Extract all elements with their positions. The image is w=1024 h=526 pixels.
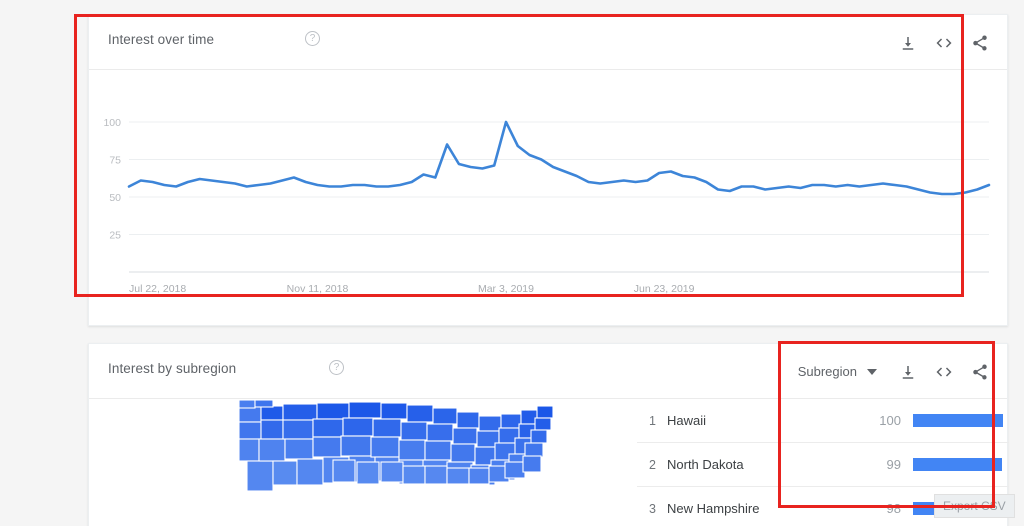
line-chart: 100 75 50 25 Jul 22, 2018 Nov 11, 2018 Mar 3,… [89,70,1009,326]
row-rank: 1 [649,413,656,428]
map-state[interactable] [406,404,434,423]
table-row[interactable]: 1 Hawaii 100 [637,399,1009,443]
row-value: 99 [886,457,901,472]
map-state[interactable] [452,427,478,445]
download-icon[interactable] [899,34,917,52]
map-state[interactable] [284,438,314,460]
subregion-dropdown-label: Subregion [797,364,857,379]
interest-over-time-card: Interest over time ? 100 75 50 25 Jul 22… [88,14,1008,326]
map-state[interactable] [342,417,374,437]
svg-text:Nov 11, 2018: Nov 11, 2018 [287,283,349,295]
map-state[interactable] [370,436,400,458]
svg-text:Jul 22, 2018: Jul 22, 2018 [129,283,186,295]
row-value: 100 [879,413,901,428]
trend-line [127,120,991,196]
map-state[interactable] [524,442,544,458]
us-map-svg [238,400,554,492]
map-state[interactable] [424,440,452,461]
map-state[interactable] [534,417,552,431]
download-icon[interactable] [899,363,917,381]
row-region-name: North Dakota [667,457,744,472]
share-icon[interactable] [971,363,989,381]
card-header: Interest by subregion ? Subregion [89,344,1007,399]
map-state[interactable] [536,405,554,419]
map-state[interactable] [456,411,480,429]
row-region-name: New Hampshire [667,501,760,516]
chart-toolbar [899,15,989,70]
map-state[interactable] [312,436,342,458]
map-state[interactable] [246,460,274,492]
gridlines [129,121,989,235]
map-state[interactable] [282,403,318,421]
map-state[interactable] [426,423,454,442]
map-state[interactable] [400,421,428,441]
map-state[interactable] [258,438,286,462]
map-state[interactable] [356,461,380,485]
embed-icon[interactable] [935,34,953,52]
table-row[interactable]: 2 North Dakota 99 [637,443,1009,487]
svg-text:75: 75 [109,155,121,167]
question-mark-icon[interactable]: ? [329,360,344,375]
map-state[interactable] [446,467,470,485]
row-rank: 3 [649,501,656,516]
svg-text:100: 100 [103,117,121,129]
map-state[interactable] [238,421,262,440]
trends-page: Interest over time ? 100 75 50 25 Jul 22… [0,0,1024,526]
svg-text:25: 25 [109,230,121,242]
map-state[interactable] [468,467,490,485]
map-state[interactable] [522,455,542,473]
subregion-toolbar: Subregion [798,344,989,399]
map-state[interactable] [340,435,372,457]
y-axis-labels: 100 75 50 25 [103,117,121,242]
map-state[interactable] [380,461,404,483]
map-state[interactable] [260,405,284,421]
map-state[interactable] [238,438,260,462]
line-chart-svg: 100 75 50 25 Jul 22, 2018 Nov 11, 2018 Mar 3,… [103,117,991,295]
map-state[interactable] [450,443,476,463]
subregion-dropdown[interactable]: Subregion [798,364,877,379]
card-header: Interest over time ? [89,15,1007,70]
map-state[interactable] [432,407,458,425]
map-state[interactable] [398,439,426,461]
us-choropleth-map[interactable] [109,400,629,526]
svg-text:Jun 23, 2019: Jun 23, 2019 [634,283,695,295]
map-state[interactable] [478,415,502,432]
subregion-title: Interest by subregion [108,361,237,376]
chevron-down-icon [867,368,877,375]
map-state[interactable] [332,459,356,483]
map-state[interactable] [402,465,426,485]
row-bar-track [913,414,1003,427]
row-bar [913,414,1003,427]
row-bar-track [913,458,1003,471]
map-state[interactable] [312,418,344,438]
map-state[interactable] [372,418,402,438]
map-state[interactable] [316,402,350,420]
map-state[interactable] [500,413,522,429]
svg-text:50: 50 [109,192,121,204]
map-state[interactable] [296,458,324,486]
svg-text:Mar 3, 2019: Mar 3, 2019 [478,283,534,295]
map-state[interactable] [272,460,298,486]
map-state[interactable] [380,402,408,420]
map-state[interactable] [504,461,526,479]
x-axis-labels: Jul 22, 2018 Nov 11, 2018 Mar 3, 2019 Jun 2… [129,283,695,295]
row-value: 98 [886,501,901,516]
map-state[interactable] [238,400,256,409]
map-state[interactable] [260,419,284,440]
share-icon[interactable] [971,34,989,52]
row-rank: 2 [649,457,656,472]
export-csv-tooltip: Export CSV [934,494,1015,518]
row-region-name: Hawaii [667,413,707,428]
map-state[interactable] [254,400,274,408]
map-state[interactable] [424,465,448,485]
map-state[interactable] [282,419,314,440]
row-bar [913,458,1003,471]
page-title: Interest over time [108,32,215,47]
interest-by-subregion-card: Interest by subregion ? Subregion 1 Hawa… [88,343,1009,526]
map-state[interactable] [348,401,382,419]
embed-icon[interactable] [935,363,953,381]
question-mark-icon[interactable]: ? [305,31,320,46]
map-state[interactable] [530,429,548,444]
